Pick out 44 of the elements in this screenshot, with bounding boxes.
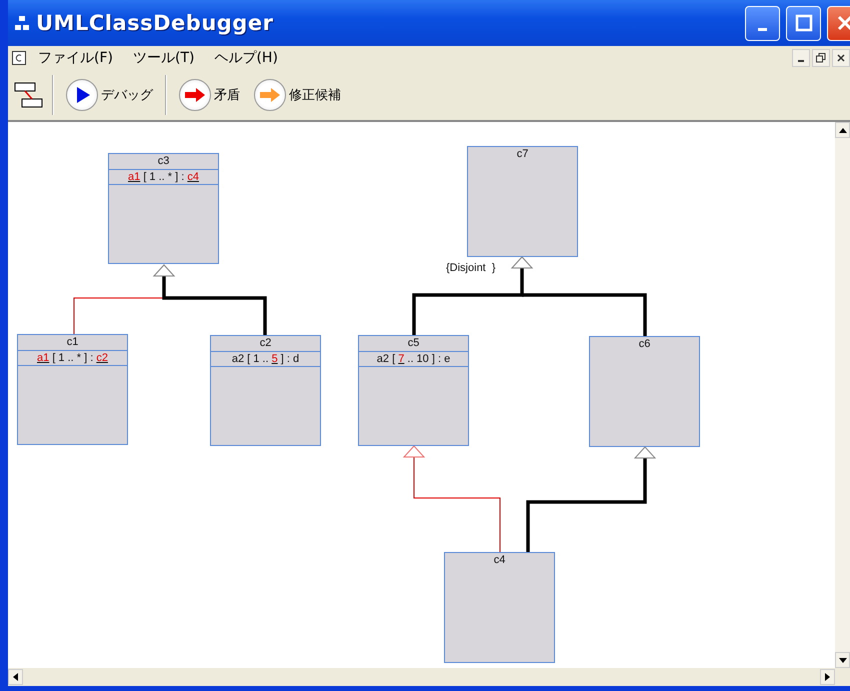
class-attribute: a2 [ 7 .. 10 ] : e xyxy=(359,352,468,367)
minimize-icon[interactable] xyxy=(792,49,810,67)
scroll-right-icon[interactable] xyxy=(820,669,835,685)
class-box[interactable]: c3 a1 [ 1 .. * ] : c4 xyxy=(108,153,219,264)
minimize-button[interactable] xyxy=(745,6,780,40)
class-diagram-icon xyxy=(14,15,30,31)
document-icon[interactable] xyxy=(12,51,26,65)
class-name: c6 xyxy=(638,337,652,352)
menu-item[interactable]: ツール(T) xyxy=(124,49,206,67)
scroll-left-icon[interactable] xyxy=(8,669,23,685)
class-name: c4 xyxy=(492,553,506,568)
class-attribute: a1 [ 1 .. * ] : c4 xyxy=(109,170,218,185)
toolbar-button[interactable]: デバッグ xyxy=(62,79,157,111)
toolbar-button[interactable]: 矛盾 xyxy=(175,79,244,111)
restore-icon[interactable] xyxy=(812,49,830,67)
class-name: c7 xyxy=(516,147,530,162)
class-box[interactable]: c4 xyxy=(444,552,555,663)
play-icon xyxy=(66,79,98,111)
class-box[interactable]: c2 a2 [ 1 .. 5 ] : d xyxy=(210,335,321,446)
class-box[interactable]: c6 xyxy=(589,336,700,447)
scroll-down-icon[interactable] xyxy=(835,652,850,668)
arrow-right-icon xyxy=(179,79,211,111)
constraint-label: {Disjoint } xyxy=(446,262,496,274)
maximize-button[interactable] xyxy=(786,6,821,40)
maximize-icon xyxy=(794,14,812,32)
menu-item[interactable]: ヘルプ(H) xyxy=(206,49,290,67)
class-box[interactable]: c5 a2 [ 7 .. 10 ] : e xyxy=(358,335,469,446)
window-title: UMLClassDebugger xyxy=(36,11,274,35)
class-attribute: a2 [ 1 .. 5 ] : d xyxy=(211,352,320,367)
class-name: c5 xyxy=(359,336,468,352)
class-attribute: a1 [ 1 .. * ] : c2 xyxy=(18,351,127,366)
class-name: c1 xyxy=(18,335,127,351)
toolbar-button[interactable]: 修正候補 xyxy=(250,79,345,111)
scroll-up-icon[interactable] xyxy=(835,122,850,138)
class-name: c3 xyxy=(109,154,218,170)
close-icon xyxy=(836,14,850,32)
class-box[interactable]: c7 xyxy=(467,146,578,257)
menu-item[interactable]: ファイル(F) xyxy=(30,49,125,67)
minimize-icon xyxy=(758,28,767,30)
class-box[interactable]: c1 a1 [ 1 .. * ] : c2 xyxy=(17,334,128,445)
close-icon[interactable] xyxy=(832,49,850,67)
class-diagram-icon[interactable] xyxy=(14,81,44,109)
class-name: c2 xyxy=(211,336,320,352)
arrow-right-icon xyxy=(254,79,286,111)
